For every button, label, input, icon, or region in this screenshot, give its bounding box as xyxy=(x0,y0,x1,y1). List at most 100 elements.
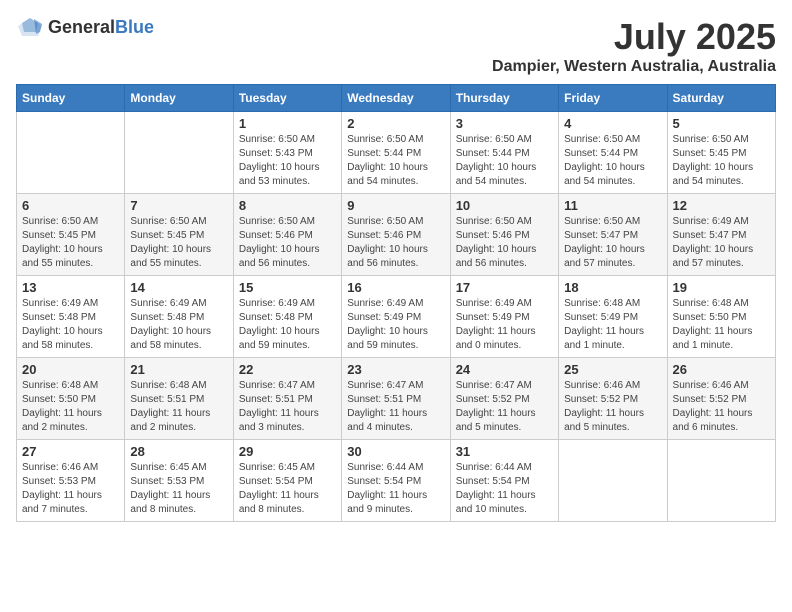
day-cell: 1 Sunrise: 6:50 AM Sunset: 5:43 PM Daylig… xyxy=(233,112,341,194)
day-cell: 29Sunrise: 6:45 AM Sunset: 5:54 PM Dayli… xyxy=(233,440,341,522)
day-number: 16 xyxy=(347,280,444,295)
day-cell: 8Sunrise: 6:50 AM Sunset: 5:46 PM Daylig… xyxy=(233,194,341,276)
day-detail: Sunrise: 6:46 AM Sunset: 5:52 PM Dayligh… xyxy=(564,379,661,435)
day-number: 26 xyxy=(673,362,770,377)
logo-icon xyxy=(16,16,44,38)
title-area: July 2025 Dampier, Western Australia, Au… xyxy=(492,16,776,76)
day-number: 5 xyxy=(673,116,770,131)
day-number: 24 xyxy=(456,362,553,377)
day-cell: 10 Sunrise: 6:50 AM Sunset: 5:46 PM Dayli… xyxy=(450,194,558,276)
header-cell-thursday: Thursday xyxy=(450,85,558,112)
day-detail: Sunrise: 6:49 AM Sunset: 5:48 PM Dayligh… xyxy=(239,297,336,353)
day-number: 7 xyxy=(130,198,227,213)
header-cell-friday: Friday xyxy=(559,85,667,112)
day-cell: 13 Sunrise: 6:49 AM Sunset: 5:48 PM Dayli… xyxy=(17,276,125,358)
day-number: 13 xyxy=(22,280,119,295)
logo-general-text: General xyxy=(48,17,115,37)
day-cell: 20 Sunrise: 6:48 AM Sunset: 5:50 PM Dayli… xyxy=(17,358,125,440)
day-number: 27 xyxy=(22,444,119,459)
day-detail: Sunrise: 6:49 AM Sunset: 5:48 PM Dayligh… xyxy=(22,297,119,353)
day-detail: Sunrise: 6:49 AM Sunset: 5:48 PM Dayligh… xyxy=(130,297,227,353)
day-number: 20 xyxy=(22,362,119,377)
day-detail: Sunrise: 6:50 AM Sunset: 5:43 PM Dayligh… xyxy=(239,133,336,189)
day-number: 28 xyxy=(130,444,227,459)
day-cell xyxy=(125,112,233,194)
day-detail: Sunrise: 6:44 AM Sunset: 5:54 PM Dayligh… xyxy=(347,461,444,517)
day-cell xyxy=(17,112,125,194)
day-detail: Sunrise: 6:50 AM Sunset: 5:44 PM Dayligh… xyxy=(456,133,553,189)
day-cell: 2Sunrise: 6:50 AM Sunset: 5:44 PM Daylig… xyxy=(342,112,450,194)
day-number: 6 xyxy=(22,198,119,213)
day-cell: 5 Sunrise: 6:50 AM Sunset: 5:45 PM Daylig… xyxy=(667,112,775,194)
day-detail: Sunrise: 6:50 AM Sunset: 5:46 PM Dayligh… xyxy=(347,215,444,271)
day-number: 11 xyxy=(564,198,661,213)
day-number: 9 xyxy=(347,198,444,213)
day-cell: 27 Sunrise: 6:46 AM Sunset: 5:53 PM Dayli… xyxy=(17,440,125,522)
week-row-3: 13 Sunrise: 6:49 AM Sunset: 5:48 PM Dayli… xyxy=(17,276,776,358)
day-cell xyxy=(667,440,775,522)
day-cell: 17 Sunrise: 6:49 AM Sunset: 5:49 PM Dayli… xyxy=(450,276,558,358)
day-detail: Sunrise: 6:50 AM Sunset: 5:45 PM Dayligh… xyxy=(130,215,227,271)
day-detail: Sunrise: 6:50 AM Sunset: 5:47 PM Dayligh… xyxy=(564,215,661,271)
day-detail: Sunrise: 6:48 AM Sunset: 5:51 PM Dayligh… xyxy=(130,379,227,435)
day-detail: Sunrise: 6:48 AM Sunset: 5:50 PM Dayligh… xyxy=(673,297,770,353)
header-cell-tuesday: Tuesday xyxy=(233,85,341,112)
day-detail: Sunrise: 6:44 AM Sunset: 5:54 PM Dayligh… xyxy=(456,461,553,517)
day-number: 22 xyxy=(239,362,336,377)
month-year-title: July 2025 xyxy=(492,16,776,58)
day-detail: Sunrise: 6:50 AM Sunset: 5:46 PM Dayligh… xyxy=(456,215,553,271)
day-detail: Sunrise: 6:48 AM Sunset: 5:50 PM Dayligh… xyxy=(22,379,119,435)
day-detail: Sunrise: 6:50 AM Sunset: 5:45 PM Dayligh… xyxy=(673,133,770,189)
day-number: 21 xyxy=(130,362,227,377)
day-cell: 30 Sunrise: 6:44 AM Sunset: 5:54 PM Dayli… xyxy=(342,440,450,522)
day-number: 19 xyxy=(673,280,770,295)
day-cell: 23Sunrise: 6:47 AM Sunset: 5:51 PM Dayli… xyxy=(342,358,450,440)
logo: GeneralBlue xyxy=(16,16,154,38)
day-cell: 15 Sunrise: 6:49 AM Sunset: 5:48 PM Dayli… xyxy=(233,276,341,358)
day-cell: 22Sunrise: 6:47 AM Sunset: 5:51 PM Dayli… xyxy=(233,358,341,440)
calendar-table: SundayMondayTuesdayWednesdayThursdayFrid… xyxy=(16,84,776,522)
day-cell: 24 Sunrise: 6:47 AM Sunset: 5:52 PM Dayli… xyxy=(450,358,558,440)
day-cell: 7 Sunrise: 6:50 AM Sunset: 5:45 PM Daylig… xyxy=(125,194,233,276)
day-detail: Sunrise: 6:49 AM Sunset: 5:49 PM Dayligh… xyxy=(347,297,444,353)
day-detail: Sunrise: 6:46 AM Sunset: 5:52 PM Dayligh… xyxy=(673,379,770,435)
day-number: 18 xyxy=(564,280,661,295)
day-cell: 4Sunrise: 6:50 AM Sunset: 5:44 PM Daylig… xyxy=(559,112,667,194)
day-detail: Sunrise: 6:47 AM Sunset: 5:51 PM Dayligh… xyxy=(347,379,444,435)
day-number: 4 xyxy=(564,116,661,131)
header: GeneralBlue July 2025 Dampier, Western A… xyxy=(16,16,776,76)
day-cell: 21 Sunrise: 6:48 AM Sunset: 5:51 PM Dayli… xyxy=(125,358,233,440)
day-number: 10 xyxy=(456,198,553,213)
week-row-4: 20 Sunrise: 6:48 AM Sunset: 5:50 PM Dayli… xyxy=(17,358,776,440)
day-detail: Sunrise: 6:49 AM Sunset: 5:49 PM Dayligh… xyxy=(456,297,553,353)
location-title: Dampier, Western Australia, Australia xyxy=(492,58,776,76)
header-cell-monday: Monday xyxy=(125,85,233,112)
day-number: 14 xyxy=(130,280,227,295)
day-cell: 25 Sunrise: 6:46 AM Sunset: 5:52 PM Dayli… xyxy=(559,358,667,440)
day-number: 17 xyxy=(456,280,553,295)
week-row-2: 6 Sunrise: 6:50 AM Sunset: 5:45 PM Daylig… xyxy=(17,194,776,276)
day-number: 8 xyxy=(239,198,336,213)
day-number: 15 xyxy=(239,280,336,295)
day-detail: Sunrise: 6:46 AM Sunset: 5:53 PM Dayligh… xyxy=(22,461,119,517)
day-detail: Sunrise: 6:50 AM Sunset: 5:45 PM Dayligh… xyxy=(22,215,119,271)
day-number: 3 xyxy=(456,116,553,131)
day-cell xyxy=(559,440,667,522)
day-detail: Sunrise: 6:47 AM Sunset: 5:52 PM Dayligh… xyxy=(456,379,553,435)
calendar-header-row: SundayMondayTuesdayWednesdayThursdayFrid… xyxy=(17,85,776,112)
day-number: 2 xyxy=(347,116,444,131)
day-cell: 6 Sunrise: 6:50 AM Sunset: 5:45 PM Daylig… xyxy=(17,194,125,276)
day-number: 29 xyxy=(239,444,336,459)
header-cell-sunday: Sunday xyxy=(17,85,125,112)
day-number: 30 xyxy=(347,444,444,459)
day-number: 1 xyxy=(239,116,336,131)
day-cell: 12Sunrise: 6:49 AM Sunset: 5:47 PM Dayli… xyxy=(667,194,775,276)
header-cell-saturday: Saturday xyxy=(667,85,775,112)
week-row-5: 27 Sunrise: 6:46 AM Sunset: 5:53 PM Dayli… xyxy=(17,440,776,522)
day-cell: 3 Sunrise: 6:50 AM Sunset: 5:44 PM Daylig… xyxy=(450,112,558,194)
day-cell: 16 Sunrise: 6:49 AM Sunset: 5:49 PM Dayli… xyxy=(342,276,450,358)
day-cell: 9 Sunrise: 6:50 AM Sunset: 5:46 PM Daylig… xyxy=(342,194,450,276)
day-cell: 26 Sunrise: 6:46 AM Sunset: 5:52 PM Dayli… xyxy=(667,358,775,440)
day-number: 25 xyxy=(564,362,661,377)
calendar-body: 1 Sunrise: 6:50 AM Sunset: 5:43 PM Daylig… xyxy=(17,112,776,522)
